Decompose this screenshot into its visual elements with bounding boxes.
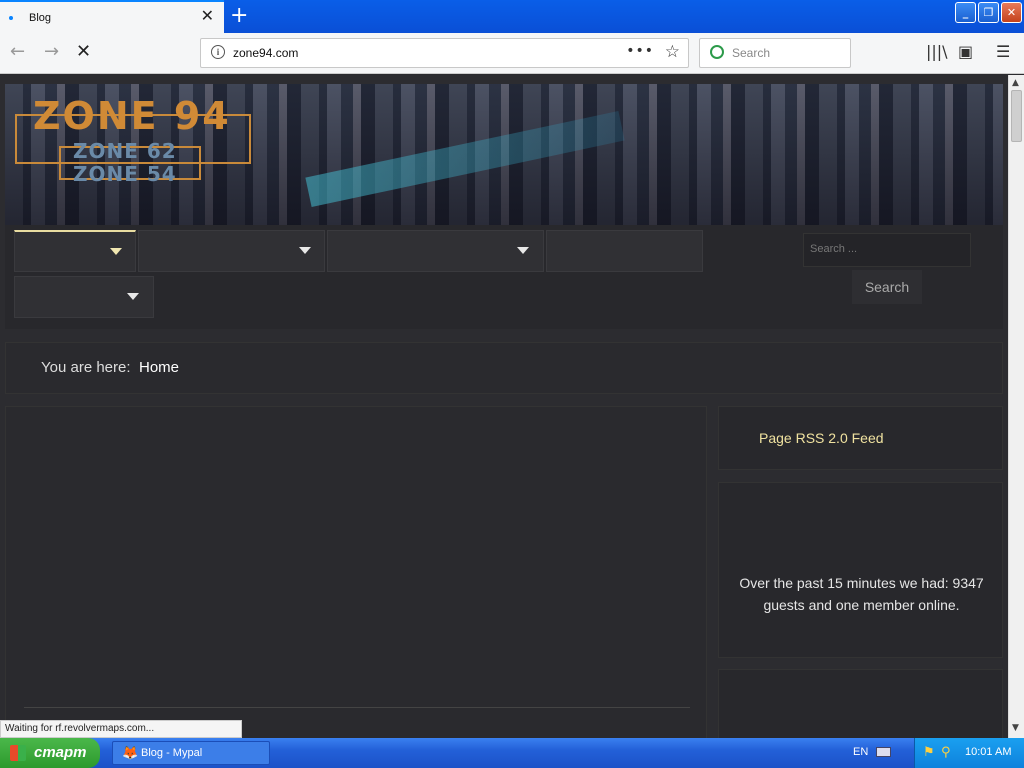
main-content: [5, 406, 707, 738]
tab-title: Blog: [29, 11, 52, 24]
system-tray: ⚑ ⚲ 10:01 AM: [914, 738, 1024, 768]
visitor-stats-text: Over the past 15 minutes we had: 9347 gu…: [739, 575, 984, 613]
scroll-down-icon[interactable]: ▼: [1012, 723, 1019, 733]
minimize-button[interactable]: _: [955, 2, 976, 23]
breadcrumb-label: You are here:: [41, 359, 131, 376]
url-text[interactable]: zone94.com: [233, 46, 298, 60]
maximize-button[interactable]: ❐: [978, 2, 999, 23]
tab-loading-icon: [9, 15, 13, 20]
taskbar-item-label: Blog - Mypal: [141, 747, 203, 759]
close-window-button[interactable]: ✕: [1001, 2, 1022, 23]
search-icon: [710, 45, 724, 59]
menu-item-5[interactable]: [14, 276, 154, 318]
site-main-menu: Search ... Search: [5, 225, 1003, 329]
rss-module: Page RSS 2.0 Feed: [718, 406, 1003, 470]
chevron-down-icon: [110, 248, 122, 255]
navigation-toolbar: ← → ✕ i zone94.com ••• ☆ Search |||\ ▣ ☰: [0, 33, 1024, 74]
breadcrumb-home: Home: [139, 359, 180, 376]
start-button[interactable]: старт: [0, 738, 100, 768]
sidebar-icon[interactable]: ▣: [958, 43, 973, 61]
clock: 10:01 AM: [965, 746, 1012, 758]
page-actions-icon[interactable]: •••: [626, 43, 654, 59]
keyboard-icon[interactable]: [876, 747, 891, 757]
taskbar-item-mypal[interactable]: 🦊 Blog - Mypal: [112, 741, 270, 765]
forward-icon[interactable]: →: [44, 41, 59, 63]
tab-blog[interactable]: Blog ✕: [0, 0, 224, 33]
back-icon[interactable]: ←: [10, 41, 25, 63]
site-logo-title[interactable]: ZONE 94: [33, 94, 231, 138]
menu-item-2[interactable]: [138, 230, 325, 272]
page-scrollbar[interactable]: ▲ ▼: [1008, 75, 1024, 738]
url-bar[interactable]: i zone94.com ••• ☆: [200, 38, 689, 68]
content-divider: [24, 707, 690, 708]
tab-close-icon[interactable]: ✕: [201, 8, 214, 24]
site-info-icon[interactable]: i: [211, 45, 225, 59]
network-icon[interactable]: ⚑: [923, 745, 935, 760]
breadcrumb: You are here: Home: [5, 342, 1003, 394]
chevron-down-icon: [127, 293, 139, 300]
logo-subtitle-2: ZONE 54: [73, 162, 177, 186]
chevron-down-icon: [517, 247, 529, 254]
menu-item-3[interactable]: [327, 230, 544, 272]
logo-subtitle-1: ZONE 62: [73, 139, 177, 163]
browser-tab-bar: Blog ✕ + _ ❐ ✕: [0, 0, 1024, 33]
rss-feed-link[interactable]: Page RSS 2.0 Feed: [759, 430, 884, 446]
browser-search-placeholder: Search: [732, 46, 771, 60]
mypal-icon: 🦊: [122, 745, 139, 760]
site-banner: ZONE 94 ZONE 62 ZONE 54: [5, 84, 1003, 225]
menu-item-1[interactable]: [14, 230, 136, 272]
chevron-down-icon: [299, 247, 311, 254]
bookmark-star-icon[interactable]: ☆: [665, 42, 680, 62]
web-page: ZONE 94 ZONE 62 ZONE 54 Search ... Searc…: [0, 75, 1008, 738]
sidebar-module: [718, 669, 1003, 738]
library-icon[interactable]: |||\: [926, 43, 948, 61]
scroll-up-icon[interactable]: ▲: [1012, 78, 1019, 88]
language-indicator[interactable]: EN: [853, 746, 868, 758]
start-label: старт: [34, 744, 87, 761]
search-tray-icon[interactable]: ⚲: [941, 745, 951, 760]
site-search-input[interactable]: Search ...: [803, 233, 971, 267]
menu-icon[interactable]: ☰: [996, 43, 1010, 61]
windows-flag-icon: [10, 745, 26, 761]
scrollbar-thumb[interactable]: [1011, 90, 1022, 142]
menu-item-4[interactable]: [546, 230, 703, 272]
stop-icon[interactable]: ✕: [76, 41, 91, 63]
taskbar: старт 🦊 Blog - Mypal EN ⚑ ⚲ 10:01 AM: [0, 738, 1024, 768]
site-search-button[interactable]: Search: [852, 270, 922, 304]
browser-search-bar[interactable]: Search: [699, 38, 851, 68]
visitor-stats-module: Over the past 15 minutes we had: 9347 gu…: [718, 482, 1003, 658]
new-tab-button[interactable]: +: [230, 3, 248, 29]
status-bar: Waiting for rf.revolvermaps.com...: [0, 720, 242, 738]
